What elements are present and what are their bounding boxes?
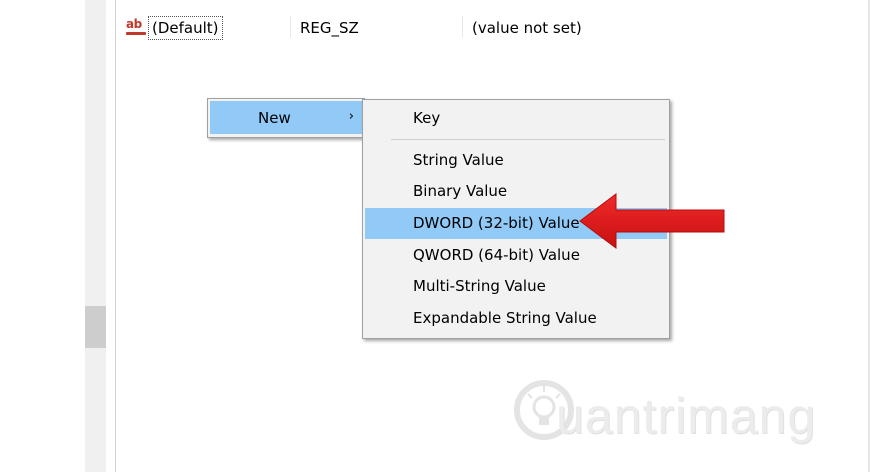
red-arrow-icon	[579, 193, 725, 249]
value-type: REG_SZ	[300, 19, 359, 37]
context-menu: New ›	[207, 98, 365, 138]
menu-separator	[391, 139, 665, 140]
chevron-right-icon: ›	[348, 109, 354, 124]
submenu-item-expandable-string-value[interactable]: Expandable String Value	[365, 303, 667, 334]
submenu-item-label: String Value	[413, 151, 504, 169]
value-row-default[interactable]: ab (Default) REG_SZ (value not set)	[124, 16, 864, 42]
tree-scrollbar-track[interactable]	[85, 0, 106, 472]
submenu-item-label: DWORD (32-bit) Value	[413, 214, 580, 232]
submenu-item-key[interactable]: Key	[365, 103, 667, 134]
menu-item-new[interactable]: New ›	[210, 101, 362, 134]
pane-splitter[interactable]	[115, 0, 116, 472]
submenu-item-multi-string-value[interactable]: Multi-String Value	[365, 271, 667, 302]
value-data: (value not set)	[472, 19, 582, 37]
watermark-text: uantrimang	[556, 388, 817, 444]
submenu-item-label: Key	[413, 109, 441, 127]
string-value-icon: ab	[126, 17, 146, 35]
value-name[interactable]: (Default)	[148, 16, 223, 40]
submenu-item-label: Binary Value	[413, 182, 508, 200]
registry-editor-window: ab (Default) REG_SZ (value not set) New …	[0, 0, 870, 472]
submenu-item-string-value[interactable]: String Value	[365, 145, 667, 176]
submenu-item-label: QWORD (64-bit) Value	[413, 246, 580, 264]
submenu-item-label: Multi-String Value	[413, 277, 546, 295]
column-divider	[462, 16, 463, 38]
column-divider	[290, 16, 291, 38]
menu-item-new-label: New	[258, 109, 291, 127]
submenu-item-label: Expandable String Value	[413, 309, 597, 327]
tree-scrollbar-thumb[interactable]	[85, 306, 106, 348]
